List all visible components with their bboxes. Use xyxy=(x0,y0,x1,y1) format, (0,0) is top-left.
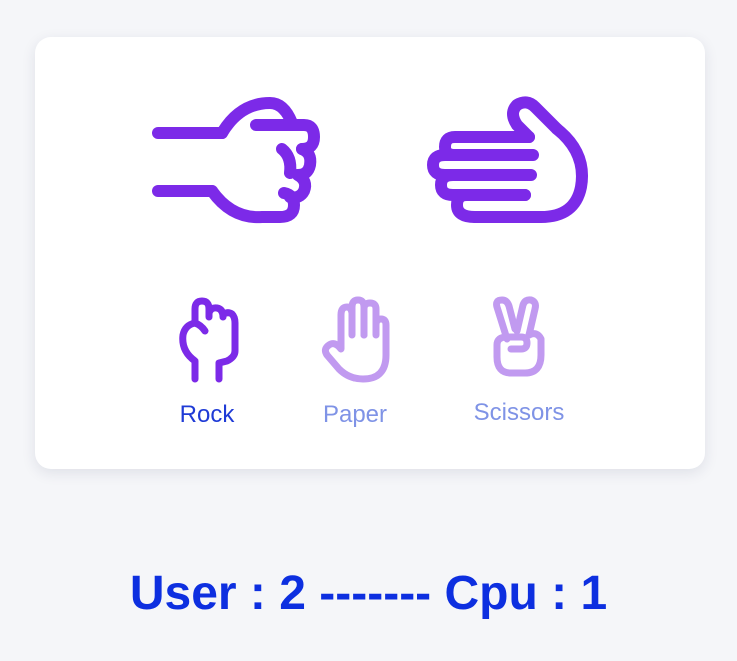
user-hand-rock-icon xyxy=(152,95,324,225)
choice-scissors-label: Scissors xyxy=(473,399,565,426)
scoreboard: User : 2 ------- Cpu : 1 xyxy=(129,567,608,620)
scissors-peace-hand-icon xyxy=(454,295,584,385)
paper-open-hand-icon xyxy=(290,295,420,385)
choice-rock-label: Rock xyxy=(179,401,235,428)
cpu-hand-paper-icon xyxy=(417,95,593,225)
game-card: Rock Paper Scissors xyxy=(35,37,705,469)
choice-paper-button[interactable]: Paper xyxy=(290,295,420,435)
choice-rock-button[interactable]: Rock xyxy=(142,295,272,435)
choice-scissors-button[interactable]: Scissors xyxy=(454,295,584,435)
rock-fist-icon xyxy=(142,295,272,385)
choice-paper-label: Paper xyxy=(322,401,388,428)
